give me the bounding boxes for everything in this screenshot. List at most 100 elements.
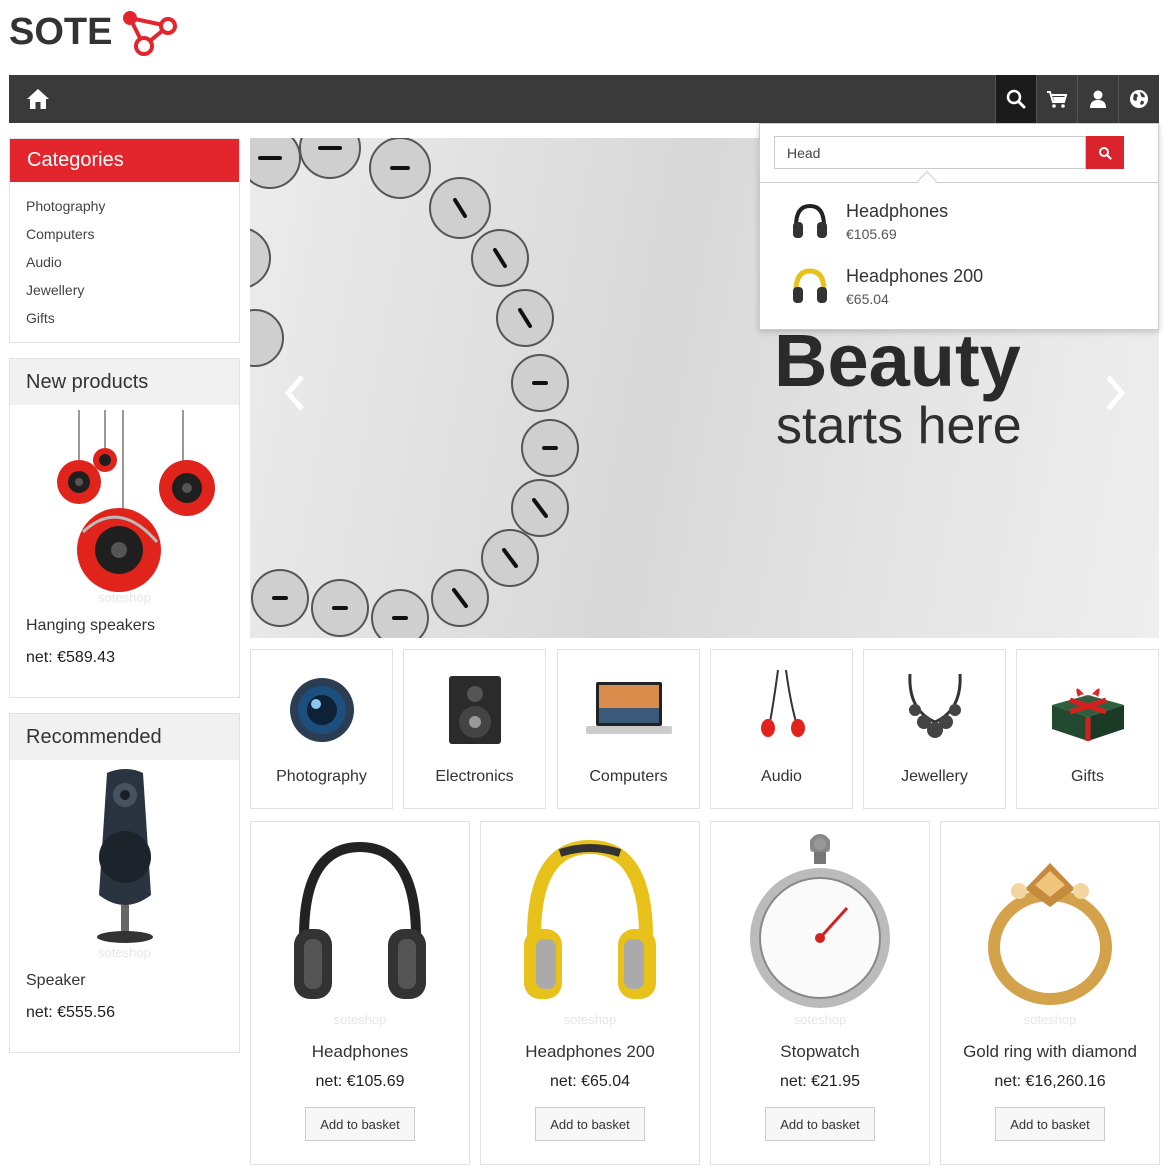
headphones-black-icon — [294, 841, 426, 999]
tile-label: Photography — [276, 768, 367, 785]
logo-text: SOTE — [9, 10, 113, 53]
search-result-name: Headphones 200 — [846, 266, 984, 286]
headphones-black-icon — [793, 203, 827, 238]
tile-image — [558, 670, 699, 750]
category-link-photography[interactable]: Photography — [26, 196, 239, 224]
search-icon — [1006, 89, 1026, 109]
category-tile-jewellery[interactable]: Jewellery — [863, 649, 1006, 809]
search-result-item[interactable]: Headphones €105.69 — [790, 201, 948, 242]
speaker-image[interactable]: soteshop — [10, 760, 239, 960]
category-tile-computers[interactable]: Computers — [557, 649, 700, 809]
product-card: soteshop Headphones net: €105.69 Add to … — [250, 821, 470, 1165]
product-image[interactable] — [481, 832, 699, 1012]
hero-subheadline: starts here — [776, 397, 1022, 455]
search-result-text: Headphones €105.69 — [846, 201, 948, 242]
image-watermark: soteshop — [793, 1012, 847, 1027]
speaker-icon — [96, 769, 153, 943]
add-to-basket-button[interactable]: Add to basket — [535, 1107, 645, 1141]
recommended-product-name[interactable]: Speaker — [10, 972, 239, 990]
recommended-box: Recommended soteshop Speaker net: €555.5… — [9, 713, 240, 1053]
categories-title: Categories — [10, 139, 239, 182]
search-caret — [917, 171, 937, 191]
earphones-icon — [760, 670, 805, 737]
search-result-price: €65.04 — [846, 291, 889, 307]
user-icon — [1090, 90, 1106, 108]
categories-box: Categories Photography Computers Audio J… — [9, 138, 240, 343]
slider-next-arrow-icon[interactable] — [1100, 373, 1130, 413]
product-image[interactable] — [941, 832, 1159, 1012]
product-card: soteshop Headphones 200 net: €65.04 Add … — [480, 821, 700, 1165]
search-icon — [1099, 146, 1112, 160]
product-price: net: €105.69 — [315, 1073, 405, 1090]
search-result-item[interactable]: Headphones 200 €65.04 — [790, 266, 983, 307]
search-dropdown: Headphones €105.69 Headphones 200 €65.04 — [759, 123, 1159, 330]
tile-image — [251, 670, 392, 750]
tile-image — [864, 670, 1005, 750]
image-watermark: soteshop — [563, 1012, 617, 1027]
new-product-name[interactable]: Hanging speakers — [10, 617, 239, 635]
category-link-gifts[interactable]: Gifts — [26, 308, 239, 336]
main-navbar — [9, 75, 1159, 123]
category-tile-gifts[interactable]: Gifts — [1016, 649, 1159, 809]
search-result-text: Headphones 200 €65.04 — [846, 266, 983, 307]
tile-label: Gifts — [1071, 768, 1104, 785]
recommended-title: Recommended — [10, 714, 239, 760]
necklace-icon — [907, 673, 962, 738]
account-button[interactable] — [1077, 75, 1118, 123]
gift-icon — [1051, 688, 1124, 741]
tile-image — [404, 670, 545, 750]
tile-label: Jewellery — [901, 768, 968, 785]
search-form — [774, 136, 1124, 169]
slider-prev-arrow-icon[interactable] — [280, 373, 310, 413]
product-image[interactable] — [711, 832, 929, 1012]
headphones-yellow-icon — [793, 267, 827, 303]
image-watermark: soteshop — [98, 590, 151, 605]
image-watermark: soteshop — [98, 945, 151, 960]
cart-button[interactable] — [1036, 75, 1077, 123]
language-button[interactable] — [1118, 75, 1159, 123]
headphones-yellow-icon — [524, 839, 656, 999]
logo-mark-icon — [123, 11, 178, 56]
category-link-jewellery[interactable]: Jewellery — [26, 280, 239, 308]
product-name[interactable]: Headphones 200 — [481, 1042, 699, 1062]
add-to-basket-button[interactable]: Add to basket — [765, 1107, 875, 1141]
search-result-price: €105.69 — [846, 226, 897, 242]
hanging-speakers-image[interactable]: soteshop — [10, 405, 239, 605]
tile-image — [711, 670, 852, 750]
product-name[interactable]: Stopwatch — [711, 1042, 929, 1062]
search-divider — [760, 182, 1158, 183]
camera-lens-icon — [289, 678, 354, 742]
image-watermark: soteshop — [1023, 1012, 1077, 1027]
product-name[interactable]: Headphones — [251, 1042, 469, 1062]
tile-image — [1017, 670, 1158, 750]
category-link-computers[interactable]: Computers — [26, 224, 239, 252]
jingle-bells-wreath-image — [250, 138, 579, 638]
hanging-speakers-icon — [56, 410, 215, 592]
home-icon[interactable] — [25, 87, 51, 111]
new-products-title: New products — [10, 359, 239, 405]
category-link-audio[interactable]: Audio — [26, 252, 239, 280]
product-name[interactable]: Gold ring with diamond — [941, 1042, 1159, 1062]
cart-icon — [1047, 91, 1068, 108]
recommended-product-price: net: €555.56 — [26, 1004, 115, 1021]
search-result-name: Headphones — [846, 201, 949, 221]
search-submit-button[interactable] — [1086, 136, 1124, 169]
category-tile-photography[interactable]: Photography — [250, 649, 393, 809]
logo[interactable]: SOTE — [9, 6, 178, 58]
product-price: net: €21.95 — [779, 1073, 861, 1090]
product-image[interactable] — [251, 832, 469, 1012]
add-to-basket-button[interactable]: Add to basket — [995, 1107, 1105, 1141]
new-product-price: net: €589.43 — [26, 649, 115, 666]
product-price: net: €16,260.16 — [994, 1073, 1106, 1090]
search-input[interactable] — [774, 136, 1086, 169]
image-watermark: soteshop — [333, 1012, 387, 1027]
category-tile-audio[interactable]: Audio — [710, 649, 853, 809]
search-button[interactable] — [995, 75, 1036, 123]
gold-ring-icon — [988, 863, 1112, 1005]
category-tile-electronics[interactable]: Electronics — [403, 649, 546, 809]
product-card: soteshop Gold ring with diamond net: €16… — [940, 821, 1160, 1165]
laptop-icon — [585, 682, 672, 734]
hero-headline: Beauty — [774, 319, 1021, 402]
add-to-basket-button[interactable]: Add to basket — [305, 1107, 415, 1141]
product-price: net: €65.04 — [549, 1073, 631, 1090]
